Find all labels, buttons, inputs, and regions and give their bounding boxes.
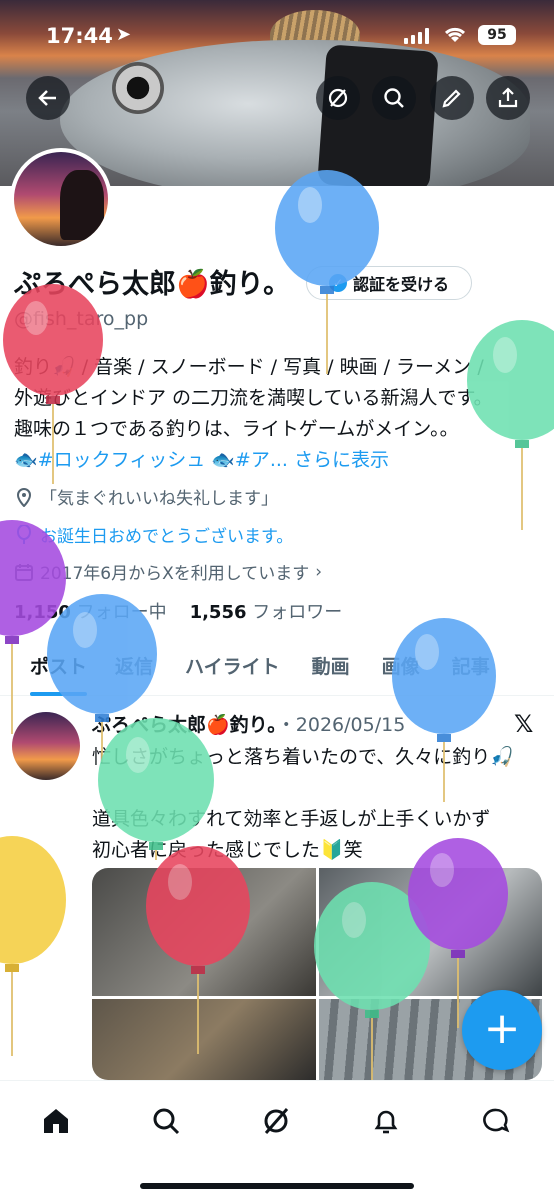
post-header: ぷろぺら太郎🍎釣り。・2026/05/15 xyxy=(92,710,405,737)
tab-images[interactable]: 画像 xyxy=(382,640,420,696)
nav-explore[interactable] xyxy=(146,1101,186,1141)
banner-fish-eye xyxy=(112,62,164,114)
birthday-text[interactable]: お誕生日おめでとうございます。 xyxy=(40,522,293,547)
location-pin-icon xyxy=(14,487,34,507)
edit-icon xyxy=(442,89,461,108)
post-line: 忙しさがちょっと落ち着いたので、久々に釣り🎣 xyxy=(92,746,514,768)
cell-signal-icon xyxy=(404,28,429,44)
get-verified-button[interactable]: ✓ 認証を受ける xyxy=(306,266,472,300)
tab-replies[interactable]: 返信 xyxy=(115,640,153,696)
bio-line: 釣り🎣 / 音楽 / スノーボード / 写真 / 映画 / ラーメン / xyxy=(14,356,484,378)
home-icon xyxy=(44,1109,68,1133)
bio-line: 趣味の１つである釣りは、ライトゲームがメイン。。 xyxy=(14,418,459,440)
profile-avatar[interactable] xyxy=(10,148,112,250)
tab-videos[interactable]: 動画 xyxy=(312,640,350,696)
x-logo-icon: 𝕏 xyxy=(514,710,534,738)
explore-icon xyxy=(153,1108,180,1135)
bottom-nav xyxy=(0,1080,554,1200)
messages-icon xyxy=(483,1108,510,1133)
followers-label: フォロワー xyxy=(252,602,343,623)
wifi-icon xyxy=(442,24,468,49)
hashtag-a[interactable]: 🐟#ア... xyxy=(211,449,288,471)
grok-nav-icon xyxy=(264,1108,289,1134)
grok-button[interactable] xyxy=(316,76,360,120)
search-button[interactable] xyxy=(372,76,416,120)
post-line: 初心者に戻った感じでした🔰笑 xyxy=(92,839,363,861)
grok-icon xyxy=(328,88,348,108)
post-image[interactable] xyxy=(92,868,316,996)
tab-highlights[interactable]: ハイライト xyxy=(185,640,280,696)
balloon-icon xyxy=(14,524,34,545)
balloon-yellow xyxy=(0,836,66,1056)
get-verified-label: 認証を受ける xyxy=(352,275,449,294)
profile-tabs: ポスト 返信 ハイライト 動画 画像 記事 xyxy=(0,640,554,696)
location-arrow-icon: ➤ xyxy=(116,24,132,45)
share-button[interactable] xyxy=(486,76,530,120)
show-more-link[interactable]: さらに表示 xyxy=(294,449,389,471)
share-icon xyxy=(498,87,518,108)
hashtag-rockfish[interactable]: 🐟#ロックフィッシュ xyxy=(14,449,205,471)
joined-row: 2017年6月からXを利用しています › xyxy=(14,559,322,584)
nav-grok[interactable] xyxy=(256,1101,296,1141)
notifications-icon xyxy=(374,1110,398,1134)
status-time: 17:44 xyxy=(46,24,113,48)
post-line: 道具色々わすれて効率と手返しが上手くいかず xyxy=(92,808,491,830)
compose-icon: + xyxy=(483,1003,521,1054)
nav-messages[interactable] xyxy=(476,1101,516,1141)
follow-stats: 1,150 フォロー中 1,556 フォロワー xyxy=(14,598,342,624)
location-text: 「気まぐれいいね失礼します」 xyxy=(40,489,278,509)
back-button[interactable] xyxy=(26,76,70,120)
profile-bio: 釣り🎣 / 音楽 / スノーボード / 写真 / 映画 / ラーメン / 外遊び… xyxy=(14,352,544,476)
tab-posts[interactable]: ポスト xyxy=(30,640,88,696)
bio-line: 外遊びとインドア の二刀流を満喫している新潟人です。 xyxy=(14,387,493,409)
status-bar: 17:44 ➤ 95 xyxy=(0,18,554,58)
edit-button[interactable] xyxy=(430,76,474,120)
post-date: ・2026/05/15 xyxy=(276,714,406,736)
nav-home[interactable] xyxy=(36,1101,76,1141)
profile-name: ぷろぺら太郎🍎釣り。 xyxy=(14,269,291,300)
nav-notifications[interactable] xyxy=(366,1101,406,1141)
profile-handle: @fish_taro_pp xyxy=(14,308,149,330)
verified-badge-icon: ✓ xyxy=(328,274,347,292)
post-image[interactable] xyxy=(318,868,542,996)
post-image[interactable] xyxy=(92,999,316,1080)
tab-articles[interactable]: 記事 xyxy=(452,640,490,696)
chevron-right-icon[interactable]: › xyxy=(315,562,322,582)
post-avatar[interactable] xyxy=(12,712,80,780)
back-icon xyxy=(38,90,56,106)
followers-count: 1,556 xyxy=(189,602,247,623)
compose-button[interactable]: + xyxy=(462,990,542,1070)
home-indicator xyxy=(140,1183,414,1189)
following-link[interactable]: 1,150 フォロー中 xyxy=(14,602,167,623)
following-count: 1,150 xyxy=(14,602,71,623)
search-icon xyxy=(384,88,404,108)
calendar-icon xyxy=(14,562,34,582)
post-text: 忙しさがちょっと落ち着いたので、久々に釣り🎣 道具色々わすれて効率と手返しが上手… xyxy=(92,742,547,866)
birthday-row: お誕生日おめでとうございます。 xyxy=(14,522,293,547)
balloon-purple xyxy=(0,520,66,734)
battery-indicator: 95 xyxy=(478,25,516,45)
followers-link[interactable]: 1,556 フォロワー xyxy=(190,602,343,623)
location-row: 「気まぐれいいね失礼します」 xyxy=(14,484,278,509)
following-label: フォロー中 xyxy=(76,602,167,623)
joined-text: 2017年6月からXを利用しています xyxy=(40,564,310,584)
post-author[interactable]: ぷろぺら太郎🍎釣り。 xyxy=(92,714,277,736)
